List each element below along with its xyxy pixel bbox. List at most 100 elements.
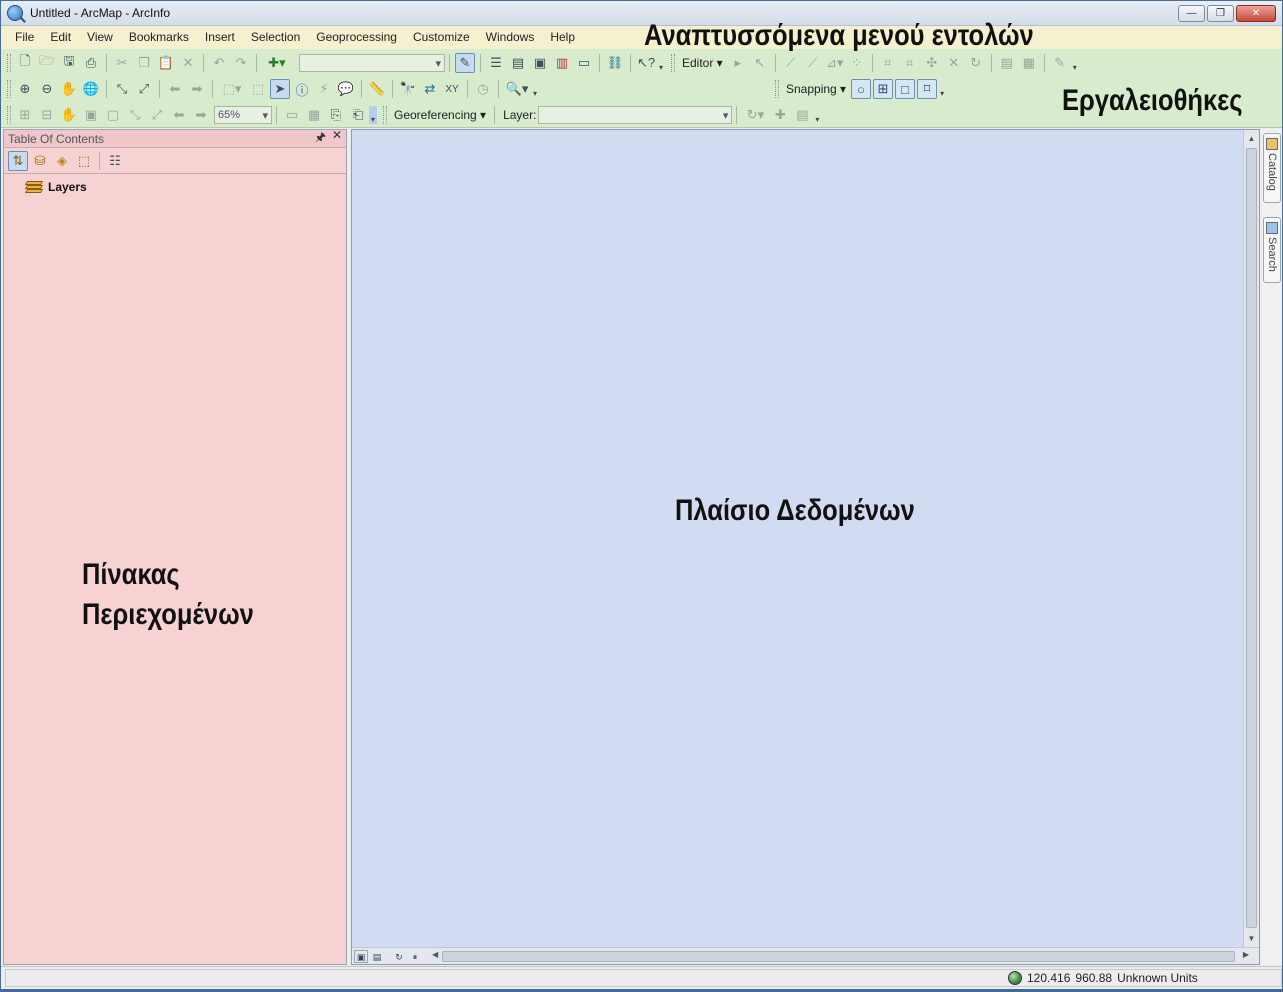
- georeferencing-menu[interactable]: Georeferencing ▾: [390, 108, 490, 122]
- whats-this-icon[interactable]: ↖?: [636, 53, 656, 73]
- search-window-icon[interactable]: ▣: [530, 53, 550, 73]
- next-extent-layout-icon[interactable]: ➡: [191, 105, 211, 125]
- sketch-properties-icon[interactable]: ▦: [1019, 53, 1039, 73]
- layout-zoom-out-icon[interactable]: ⊟: [37, 105, 57, 125]
- rotate-icon[interactable]: ↻: [966, 53, 986, 73]
- pin-icon[interactable]: 🖈: [315, 128, 326, 149]
- cut-polygons-icon[interactable]: ✣: [922, 53, 942, 73]
- layout-zoom-in-icon[interactable]: ⊞: [15, 105, 35, 125]
- menu-view[interactable]: View: [79, 26, 121, 49]
- fixed-zoom-out-layout-icon[interactable]: ⤢: [147, 105, 167, 125]
- reshape-icon[interactable]: ⌗: [900, 53, 920, 73]
- modelbuilder-icon[interactable]: ⛓: [605, 53, 625, 73]
- list-by-drawing-order-icon[interactable]: ⇅: [8, 150, 28, 171]
- catalog-window-icon[interactable]: ▤: [508, 53, 528, 73]
- end-snapping-icon[interactable]: ⊞: [873, 79, 894, 99]
- snapping-menu[interactable]: Snapping ▾: [782, 82, 850, 96]
- identify-icon[interactable]: ⓘ: [292, 79, 312, 99]
- edit-annotation-icon[interactable]: ↖: [750, 53, 770, 73]
- find-route-icon[interactable]: ⇄: [420, 79, 440, 99]
- toolbar-grip[interactable]: [7, 80, 11, 98]
- menu-file[interactable]: File: [7, 26, 42, 49]
- rotate-georef-icon[interactable]: ↻▾: [742, 105, 768, 125]
- pause-drawing-icon[interactable]: ⏸: [408, 950, 422, 963]
- toolbar-overflow-icon[interactable]: ▾: [531, 80, 539, 98]
- close-window-button[interactable]: ✕: [1236, 5, 1276, 22]
- trace-icon[interactable]: ⊿▾: [825, 53, 845, 73]
- point-snapping-icon[interactable]: ○: [851, 79, 872, 99]
- menu-bookmarks[interactable]: Bookmarks: [121, 26, 197, 49]
- data-view-icon[interactable]: ▣: [354, 949, 368, 963]
- view-link-table-icon[interactable]: ▤: [792, 105, 812, 125]
- fixed-zoom-in-layout-icon[interactable]: ⤡: [125, 105, 145, 125]
- previous-extent-layout-icon[interactable]: ⬅: [169, 105, 189, 125]
- straight-segment-icon[interactable]: ⟋: [781, 53, 801, 73]
- catalog-tab[interactable]: Catalog: [1263, 133, 1281, 203]
- layers-data-frame-label[interactable]: Layers: [48, 180, 87, 194]
- create-features-icon[interactable]: ✎: [1050, 53, 1070, 73]
- split-icon[interactable]: ✕: [944, 53, 964, 73]
- toolbar-grip[interactable]: [7, 54, 11, 72]
- menu-edit[interactable]: Edit: [42, 26, 79, 49]
- python-window-icon[interactable]: ▭: [574, 53, 594, 73]
- scroll-down-icon[interactable]: ▼: [1244, 932, 1259, 946]
- toc-options-icon[interactable]: ☷: [105, 151, 125, 171]
- fixed-zoom-out-icon[interactable]: ⤢: [134, 79, 154, 99]
- editor-toolbar-icon[interactable]: ✎: [455, 53, 475, 73]
- layout-pan-icon[interactable]: ✋: [59, 105, 79, 125]
- menu-insert[interactable]: Insert: [197, 26, 243, 49]
- menu-windows[interactable]: Windows: [478, 26, 543, 49]
- measure-icon[interactable]: 📏: [367, 79, 387, 99]
- vertical-scrollbar[interactable]: ▲ ▼: [1243, 130, 1259, 948]
- title-bar[interactable]: Untitled - ArcMap - ArcInfo — ❐ ✕: [1, 1, 1282, 26]
- map-scale-combo[interactable]: ▾: [299, 54, 445, 72]
- cut-icon[interactable]: ✂: [112, 53, 132, 73]
- editor-menu[interactable]: Editor ▾: [678, 56, 727, 70]
- toolbar-overflow-icon[interactable]: ▾: [657, 54, 665, 72]
- toggle-draft-mode-icon[interactable]: ▭: [282, 105, 302, 125]
- refresh-view-icon[interactable]: ↻: [392, 950, 406, 963]
- open-folder-icon[interactable]: 🗁: [37, 53, 57, 73]
- edit-tool-icon[interactable]: ▸: [728, 53, 748, 73]
- toolbar-overflow-icon[interactable]: ▾: [813, 106, 821, 124]
- toolbar-grip[interactable]: [383, 106, 387, 124]
- search-tab[interactable]: Search: [1263, 217, 1281, 283]
- zoom-out-icon[interactable]: ⊖: [37, 79, 57, 99]
- map-data-frame[interactable]: Πλαίσιο Δεδομένων ▲ ▼ ▣ ▤ ↻ ⏸ ◀ ▶: [351, 129, 1260, 965]
- arctoolbox-icon[interactable]: ▥: [552, 53, 572, 73]
- edit-vertices-icon[interactable]: ⌗: [878, 53, 898, 73]
- maximize-button[interactable]: ❐: [1207, 5, 1234, 22]
- forward-extent-icon[interactable]: ➡: [187, 79, 207, 99]
- focus-data-frame-icon[interactable]: ▦: [304, 105, 324, 125]
- menu-selection[interactable]: Selection: [243, 26, 308, 49]
- print-icon[interactable]: ⎙: [81, 53, 101, 73]
- attributes-icon[interactable]: ▤: [997, 53, 1017, 73]
- undo-icon[interactable]: ↶: [209, 53, 229, 73]
- toolbar-overflow-icon[interactable]: ▾: [1071, 54, 1079, 72]
- horizontal-scrollbar[interactable]: [442, 951, 1235, 962]
- create-viewer-window-icon[interactable]: 🔍▾: [504, 79, 530, 99]
- toc-tree-item[interactable]: Layers: [4, 174, 346, 194]
- table-of-contents-icon[interactable]: ☰: [486, 53, 506, 73]
- fixed-zoom-in-icon[interactable]: ⤡: [112, 79, 132, 99]
- layout-view-icon[interactable]: ▤: [370, 950, 384, 963]
- pan-icon[interactable]: ✋: [59, 79, 79, 99]
- select-features-icon[interactable]: ⬚▾: [218, 79, 246, 99]
- toolbar-grip[interactable]: [671, 54, 675, 72]
- vertex-snapping-icon[interactable]: □: [895, 79, 916, 99]
- toolbar-overflow-icon[interactable]: ▾: [938, 80, 946, 98]
- georef-layer-combo[interactable]: ▾: [538, 106, 733, 124]
- find-icon[interactable]: 🔭: [398, 79, 418, 99]
- list-by-source-icon[interactable]: ⛁: [30, 151, 50, 171]
- scroll-left-icon[interactable]: ◀: [432, 950, 438, 959]
- html-popup-icon[interactable]: 💬: [336, 79, 356, 99]
- list-by-selection-icon[interactable]: ⬚: [74, 151, 94, 171]
- time-slider-icon[interactable]: ◷: [473, 79, 493, 99]
- point-icon[interactable]: ⁘: [847, 53, 867, 73]
- add-control-points-icon[interactable]: ✚: [770, 105, 790, 125]
- data-driven-pages-icon[interactable]: ⎗: [348, 105, 368, 125]
- paste-icon[interactable]: 📋: [156, 53, 176, 73]
- back-extent-icon[interactable]: ⬅: [165, 79, 185, 99]
- scroll-right-icon[interactable]: ▶: [1243, 950, 1249, 959]
- minimize-button[interactable]: —: [1178, 5, 1205, 22]
